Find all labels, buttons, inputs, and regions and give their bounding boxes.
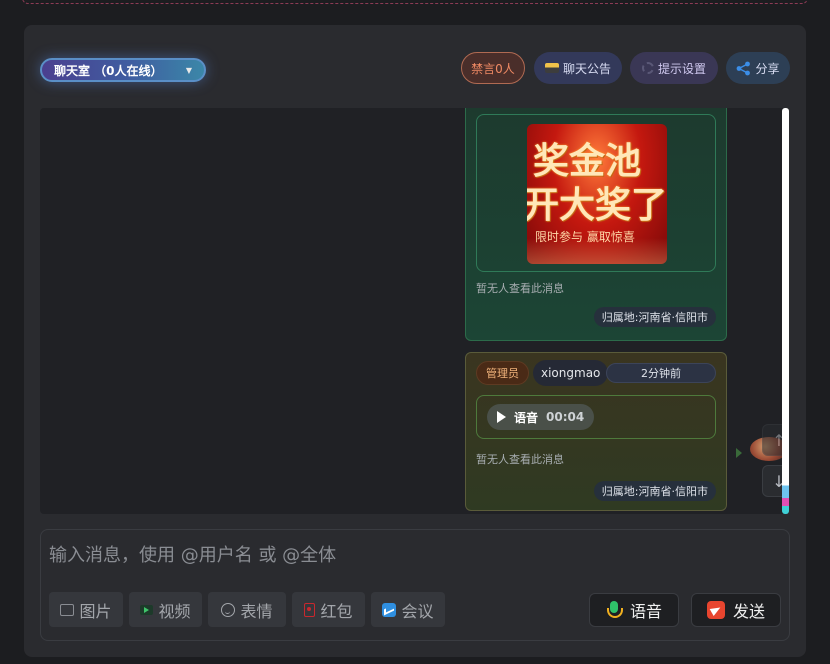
image-label: 图片 (79, 601, 112, 621)
send-button[interactable]: 发送 (691, 593, 781, 627)
caret-down-icon: ▼ (185, 65, 192, 75)
location-badge: 归属地:河南省·信阳市 (593, 481, 716, 501)
video-icon (140, 604, 154, 615)
share-label: 分享 (755, 61, 780, 76)
image-button[interactable]: 图片 (49, 592, 123, 627)
username[interactable]: xiongmao (533, 360, 609, 386)
voice-button-label: 语音 (629, 602, 662, 621)
voice-button[interactable]: 语音 (589, 593, 679, 627)
remind-settings-button[interactable]: 提示设置 (630, 52, 718, 84)
gear-icon (641, 62, 654, 74)
emoji-label: 表情 (240, 601, 273, 621)
message-input[interactable] (49, 538, 779, 572)
notice-label: 聊天公告 (562, 61, 611, 76)
mute-button[interactable]: 禁言0人 (461, 52, 525, 84)
poster-decoration (527, 238, 667, 264)
image-attachment[interactable]: 奖金池 开大奖了 限时参与 赢取惊喜 (527, 124, 667, 264)
mic-icon (606, 601, 623, 619)
read-status: 暂无人查看此消息 (476, 453, 564, 466)
message-image: 奖金池 开大奖了 限时参与 赢取惊喜 暂无人查看此消息 归属地:河南省·信阳市 (465, 108, 727, 341)
share-button[interactable]: 分享 (726, 52, 790, 84)
read-status: 暂无人查看此消息 (476, 282, 564, 295)
emoji-icon (221, 602, 236, 617)
voice-duration: 00:04 (546, 410, 585, 424)
voice-label: 语音 (514, 410, 539, 425)
card-icon (544, 63, 559, 73)
room-label: 聊天室 （0人在线） (54, 63, 163, 78)
top-divider (22, 0, 808, 4)
bubble-pointer (736, 448, 742, 458)
redpacket-icon (304, 602, 316, 617)
role-badge: 管理员 (476, 361, 529, 385)
message-list[interactable]: 奖金池 开大奖了 限时参与 赢取惊喜 暂无人查看此消息 归属地:河南省·信阳市 … (40, 108, 789, 514)
meeting-button[interactable]: 会议 (371, 592, 445, 627)
voice-play-button[interactable]: 语音 00:04 (487, 404, 595, 430)
video-button[interactable]: 视频 (129, 592, 202, 627)
composer: 图片 视频 表情 红包 会议 语音 发送 (40, 529, 790, 641)
redpacket-label: 红包 (320, 601, 353, 621)
voice-frame: 语音 00:04 (476, 395, 716, 439)
share-icon (737, 61, 751, 75)
chat-room-panel: 聊天室 （0人在线） ▼ 禁言0人 聊天公告 提示设置 分享 奖金池 开大奖了 … (24, 25, 806, 657)
meeting-label: 会议 (401, 601, 434, 621)
send-icon (706, 601, 725, 619)
image-frame: 奖金池 开大奖了 限时参与 赢取惊喜 (476, 114, 716, 272)
remind-label: 提示设置 (657, 61, 706, 76)
notice-button[interactable]: 聊天公告 (534, 52, 622, 84)
mute-label: 禁言0人 (471, 61, 515, 76)
room-selector[interactable]: 聊天室 （0人在线） ▼ (40, 58, 206, 82)
play-icon (497, 411, 506, 423)
message-voice: 管理员 xiongmao 2分钟前 语音 00:04 暂无人查看此消息 归属地:… (465, 352, 727, 511)
message-time: 2分钟前 (606, 363, 716, 383)
poster-line-2: 开大奖了 (527, 185, 667, 226)
image-icon (60, 603, 75, 616)
send-button-label: 发送 (732, 602, 765, 621)
video-label: 视频 (158, 601, 191, 621)
meeting-icon (382, 602, 397, 617)
location-badge: 归属地:河南省·信阳市 (593, 307, 716, 327)
redpacket-button[interactable]: 红包 (292, 592, 365, 627)
emoji-button[interactable]: 表情 (208, 592, 286, 627)
scrollbar[interactable] (782, 108, 789, 514)
